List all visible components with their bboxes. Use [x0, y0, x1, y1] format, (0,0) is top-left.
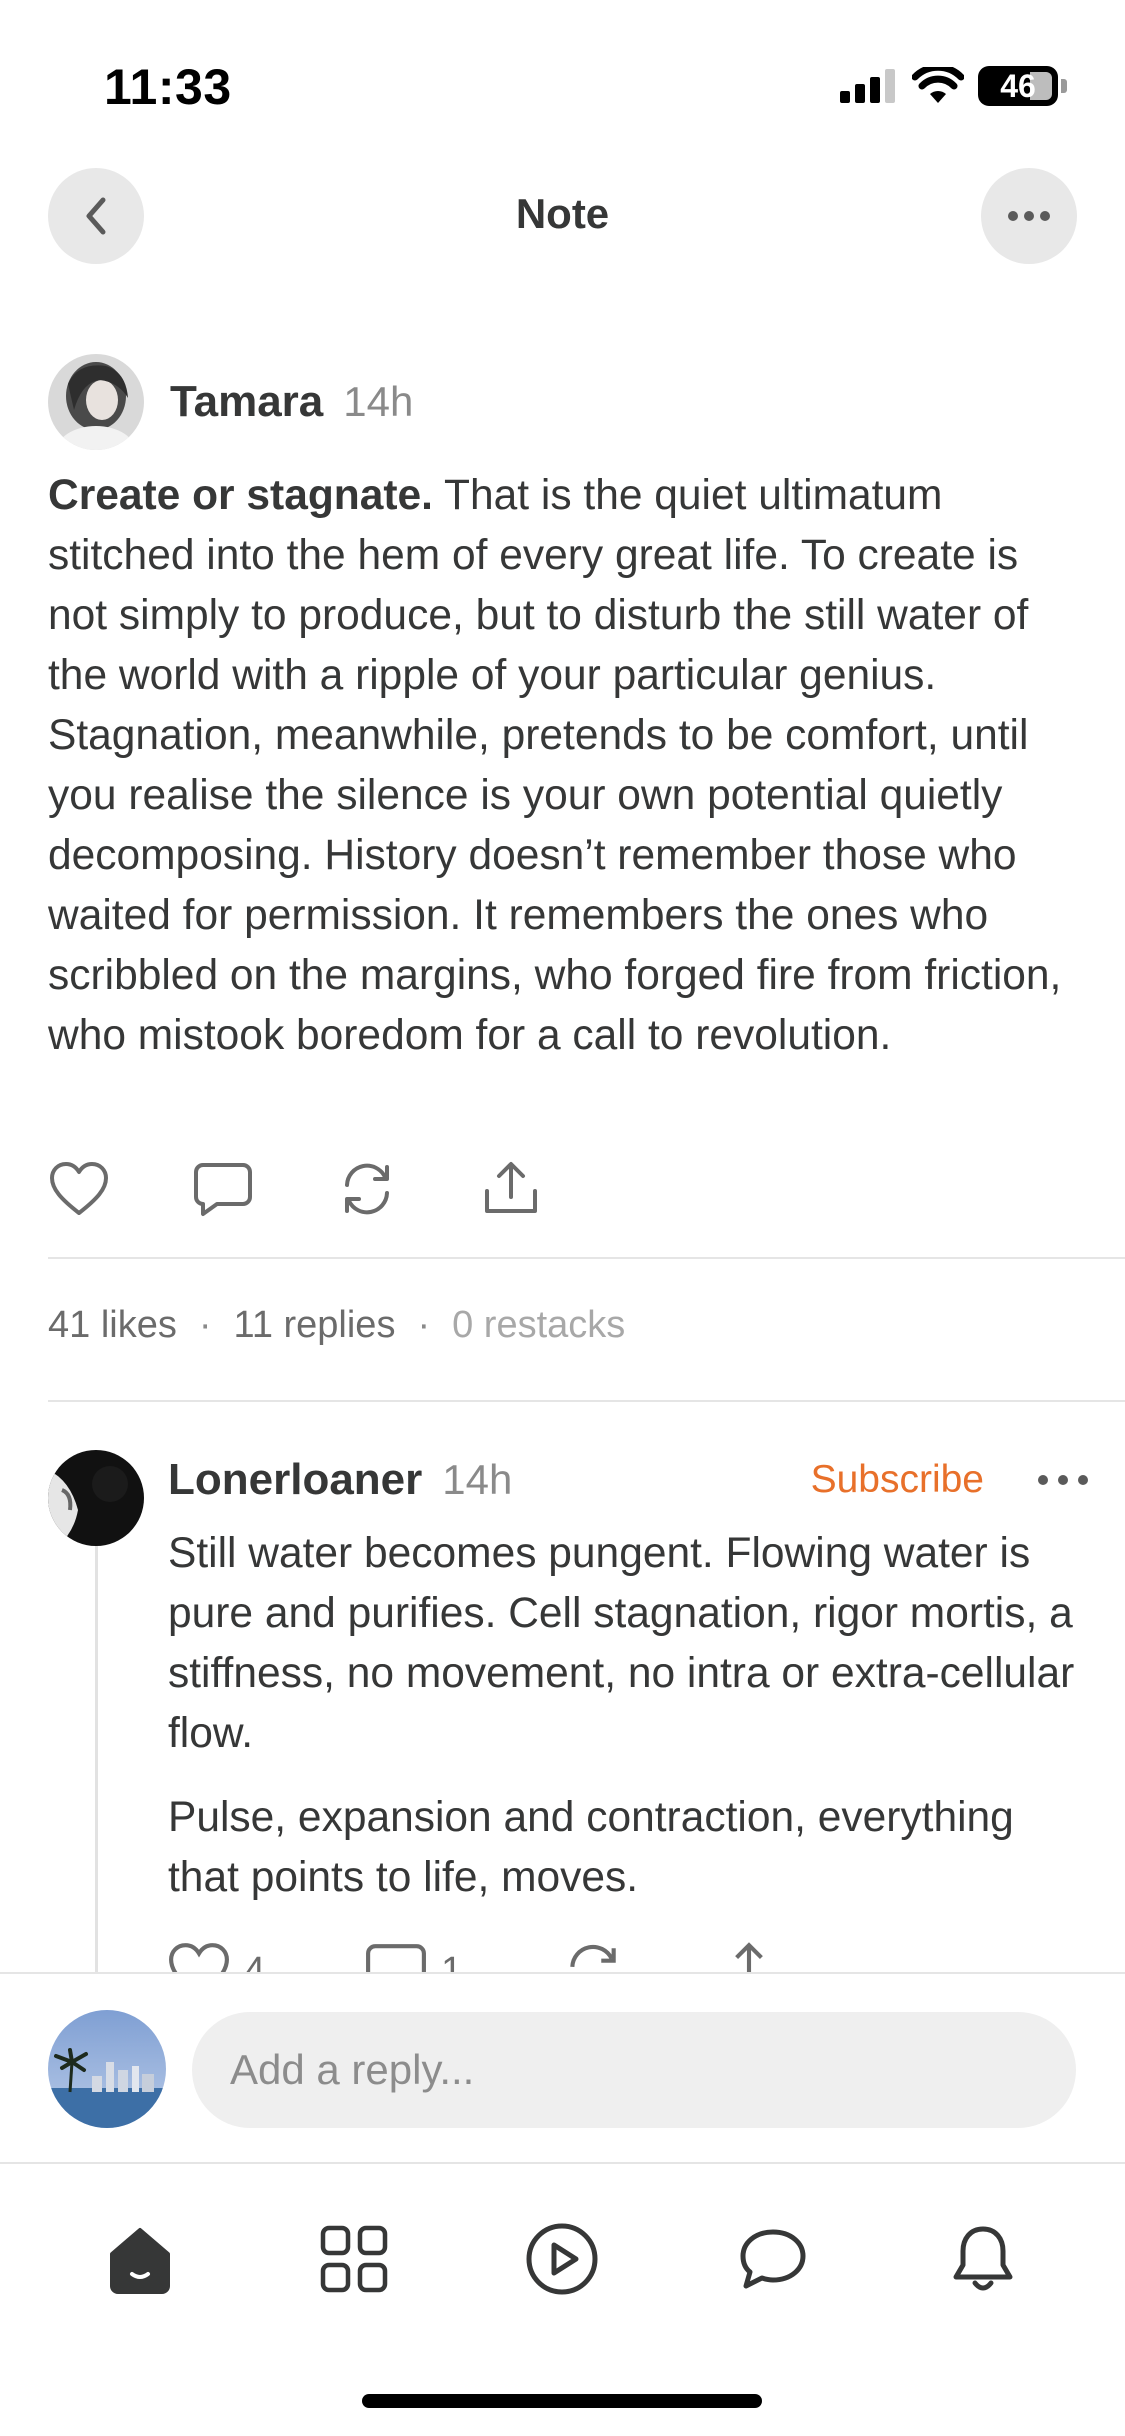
share-button[interactable] — [480, 1158, 542, 1220]
share-icon — [485, 1162, 537, 1213]
restacks-count: 0 restacks — [452, 1304, 626, 1346]
reply-actions: 4 1 — [168, 1940, 968, 1972]
battery-level: 46 — [1000, 67, 1036, 104]
tab-video[interactable] — [517, 2214, 607, 2304]
comment-icon — [194, 1163, 252, 1216]
post-author-row: Tamara 14h — [48, 354, 413, 450]
reply-like-count: 4 — [244, 1949, 266, 1973]
tab-notifications[interactable] — [938, 2214, 1028, 2304]
author-avatar[interactable] — [48, 354, 144, 450]
heart-icon — [169, 1943, 229, 1972]
more-horizontal-icon — [1008, 211, 1050, 221]
post-timestamp: 14h — [343, 378, 414, 425]
divider — [48, 1400, 1125, 1402]
divider — [48, 1257, 1125, 1259]
author-name[interactable]: Tamara — [170, 377, 323, 427]
comment-button[interactable] — [192, 1158, 254, 1220]
reply-timestamp: 14h — [442, 1456, 513, 1503]
play-icon — [526, 2223, 598, 2295]
reply-composer — [0, 1972, 1125, 2164]
header: Note — [0, 168, 1125, 264]
tab-home[interactable] — [95, 2214, 185, 2304]
replies-count[interactable]: 11 replies — [234, 1304, 396, 1347]
bell-icon — [953, 2226, 1013, 2291]
post-stats: 41 likes · 11 replies · 0 restacks — [48, 1304, 626, 1347]
restack-button[interactable] — [336, 1158, 398, 1220]
reply-author-avatar[interactable] — [48, 1450, 144, 1546]
likes-count[interactable]: 41 likes — [48, 1304, 177, 1347]
share-icon — [735, 1942, 764, 1972]
chat-icon — [740, 2229, 806, 2289]
post-text: That is the quiet ultimatum stitched int… — [48, 472, 1062, 1059]
status-icons: 46 — [840, 66, 1067, 106]
post-lead: Create or stagnate. — [48, 472, 433, 519]
grid-icon — [320, 2225, 388, 2293]
wifi-icon — [912, 67, 964, 103]
page-title: Note — [515, 190, 610, 237]
reply-restack-button[interactable] — [562, 1940, 638, 1972]
reply-paragraph: Still water becomes pungent. Flowing wat… — [168, 1530, 1075, 1757]
post-actions — [48, 1158, 624, 1220]
status-time: 11:33 — [104, 59, 232, 115]
reply-more-button[interactable] — [1038, 1460, 1088, 1500]
tab-explore[interactable] — [309, 2214, 399, 2304]
reply-share-button[interactable] — [718, 1940, 794, 1972]
battery-indicator: 46 — [978, 66, 1067, 106]
tab-chat[interactable] — [728, 2214, 818, 2304]
more-horizontal-icon — [1038, 1475, 1048, 1485]
reply-paragraph: Pulse, expansion and contraction, everyt… — [168, 1794, 1014, 1901]
current-user-avatar — [48, 2010, 166, 2128]
home-icon — [110, 2228, 170, 2294]
heart-icon — [50, 1162, 108, 1215]
subscribe-button[interactable]: Subscribe — [811, 1458, 984, 1502]
reply-comment-count: 1 — [441, 1949, 463, 1973]
reply-like-button[interactable]: 4 — [168, 1940, 265, 1972]
like-button[interactable] — [48, 1158, 110, 1220]
reply-input[interactable] — [192, 2012, 1076, 2128]
restack-icon — [570, 1944, 617, 1968]
post-body: Create or stagnate. That is the quiet ul… — [48, 466, 1088, 1066]
status-bar: 11:33 46 — [0, 0, 1125, 150]
more-options-button[interactable] — [981, 168, 1077, 264]
reply-comment-button[interactable]: 1 — [365, 1940, 462, 1972]
signal-icon — [840, 69, 895, 103]
reply-body: Still water becomes pungent. Flowing wat… — [168, 1524, 1088, 1908]
reply-thread-line — [95, 1546, 98, 1976]
home-indicator — [362, 2394, 762, 2408]
comment-icon — [366, 1944, 427, 1972]
reply-header: Lonerloaner 14h Subscribe — [168, 1452, 1088, 1508]
restack-icon — [345, 1163, 389, 1215]
reply-author-name[interactable]: Lonerloaner — [168, 1455, 422, 1505]
